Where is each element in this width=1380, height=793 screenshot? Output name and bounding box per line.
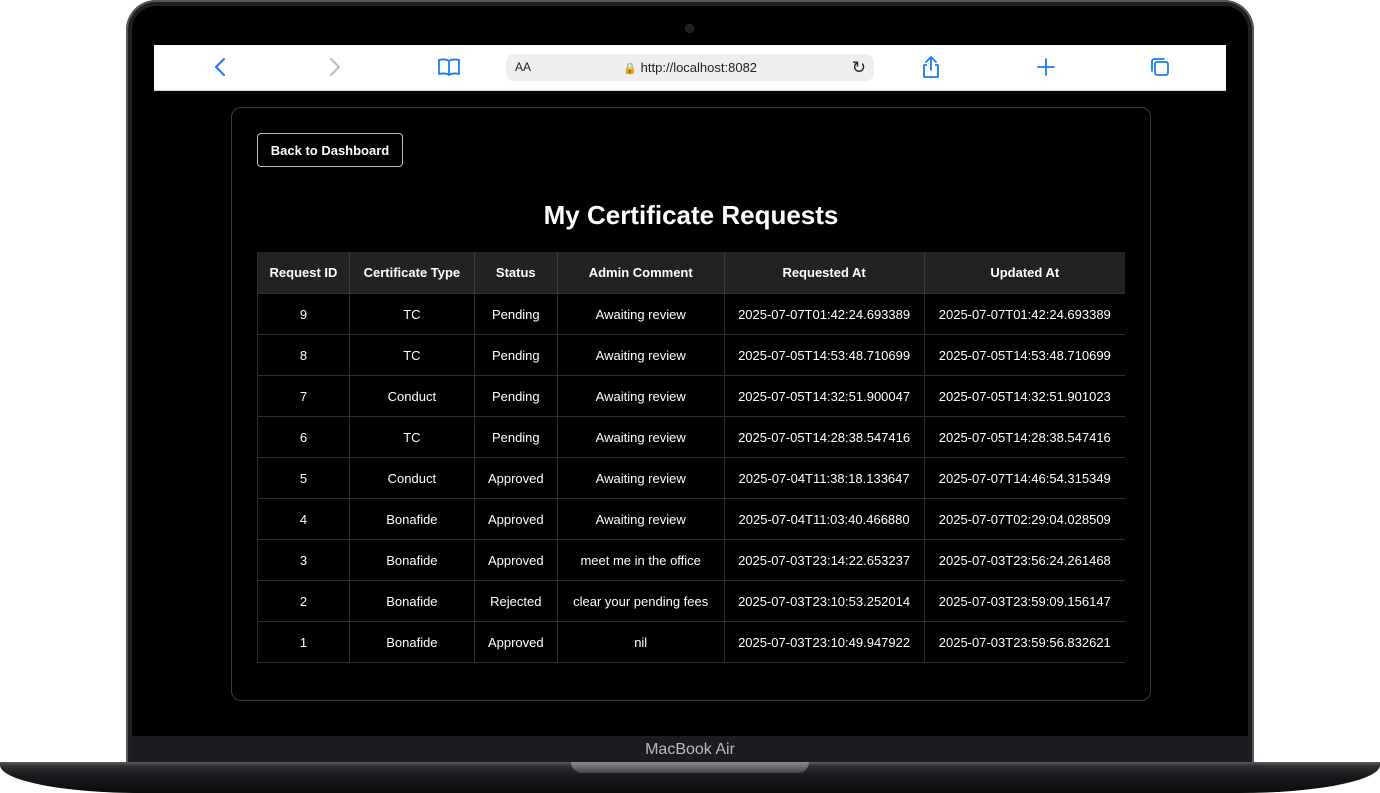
certificate-type-cell: Bonafide bbox=[349, 621, 475, 663]
updated-at-cell: 2025-07-07T14:46:54.315349 bbox=[924, 457, 1125, 499]
table-row: 1 Bonafide Approved nil 2025-07-03T23:10:49.… bbox=[257, 621, 1125, 663]
status-cell: Approved bbox=[474, 498, 558, 540]
requested-at-cell: 2025-07-03T23:14:22.653237 bbox=[724, 539, 925, 581]
request-id-cell: 8 bbox=[257, 334, 350, 376]
status-cell: Pending bbox=[474, 416, 558, 458]
request-id-cell: 9 bbox=[257, 293, 350, 335]
updated-at-cell: 2025-07-05T14:53:48.710699 bbox=[924, 334, 1125, 376]
device-label: MacBook Air bbox=[132, 736, 1248, 764]
updated-at-cell: 2025-07-03T23:59:09.156147 bbox=[924, 580, 1125, 622]
page-title: My Certificate Requests bbox=[543, 200, 839, 230]
status-cell: Pending bbox=[474, 375, 558, 417]
requests-table: Request ID Certificate Type Status Admin… bbox=[257, 252, 1125, 663]
bookmarks-icon[interactable] bbox=[436, 51, 462, 83]
reload-icon[interactable]: ↻ bbox=[852, 54, 866, 81]
lock-icon: 🔒 bbox=[622, 63, 637, 75]
column-header: Request ID bbox=[257, 252, 350, 294]
admin-comment-cell: Awaiting review bbox=[557, 375, 725, 417]
requested-at-cell: 2025-07-07T01:42:24.693389 bbox=[724, 293, 925, 335]
table-row: 9 TC Pending Awaiting review 2025-07-07T01:4… bbox=[257, 293, 1125, 335]
screen: AA 🔒 http://localhost:8082 ↻ Back to Dash… bbox=[154, 45, 1226, 735]
page: Back to Dashboard My Certificate Request… bbox=[154, 91, 1226, 735]
request-id-cell: 5 bbox=[257, 457, 350, 499]
certificate-type-cell: Conduct bbox=[349, 375, 475, 417]
laptop-hinge-notch bbox=[571, 762, 809, 773]
address-bar[interactable]: AA 🔒 http://localhost:8082 ↻ bbox=[506, 54, 874, 81]
url-text: http://localhost:8082 bbox=[640, 60, 758, 75]
admin-comment-cell: Awaiting review bbox=[557, 334, 725, 376]
admin-comment-cell: nil bbox=[557, 621, 725, 663]
admin-comment-cell: Awaiting review bbox=[557, 416, 725, 458]
camera-icon bbox=[686, 25, 693, 32]
status-cell: Approved bbox=[474, 539, 558, 581]
status-cell: Approved bbox=[474, 457, 558, 499]
status-cell: Pending bbox=[474, 293, 558, 335]
request-id-cell: 4 bbox=[257, 498, 350, 540]
request-id-cell: 1 bbox=[257, 621, 350, 663]
table-row: 2 Bonafide Rejected clear your pending fees… bbox=[257, 580, 1125, 622]
certificate-type-cell: Bonafide bbox=[349, 498, 475, 540]
admin-comment-cell: clear your pending fees bbox=[557, 580, 725, 622]
updated-at-cell: 2025-07-07T02:29:04.028509 bbox=[924, 498, 1125, 540]
request-id-cell: 7 bbox=[257, 375, 350, 417]
requested-at-cell: 2025-07-03T23:10:49.947922 bbox=[724, 621, 925, 663]
forward-chevron-icon[interactable] bbox=[325, 51, 345, 83]
requested-at-cell: 2025-07-04T11:03:40.466880 bbox=[724, 498, 925, 540]
table-row: 4 Bonafide Approved Awaiting review 2025-07-… bbox=[257, 498, 1125, 540]
column-header: Admin Comment bbox=[557, 252, 725, 294]
certificate-type-cell: TC bbox=[349, 416, 475, 458]
table-row: 6 TC Pending Awaiting review 2025-07-05T14:2… bbox=[257, 416, 1125, 458]
updated-at-cell: 2025-07-05T14:28:38.547416 bbox=[924, 416, 1125, 458]
tabs-overview-icon[interactable] bbox=[1148, 51, 1172, 83]
updated-at-cell: 2025-07-05T14:32:51.901023 bbox=[924, 375, 1125, 417]
table-row: 8 TC Pending Awaiting review 2025-07-05T14:5… bbox=[257, 334, 1125, 376]
updated-at-cell: 2025-07-07T01:42:24.693389 bbox=[924, 293, 1125, 335]
back-to-dashboard-button[interactable]: Back to Dashboard bbox=[257, 133, 403, 167]
table-row: 7 Conduct Pending Awaiting review 2025-07-05… bbox=[257, 375, 1125, 417]
requested-at-cell: 2025-07-05T14:28:38.547416 bbox=[724, 416, 925, 458]
new-tab-icon[interactable] bbox=[1034, 51, 1058, 83]
admin-comment-cell: meet me in the office bbox=[557, 539, 725, 581]
table-row: 5 Conduct Approved Awaiting review 2025-07-0… bbox=[257, 457, 1125, 499]
browser-toolbar: AA 🔒 http://localhost:8082 ↻ bbox=[154, 45, 1226, 91]
column-header: Requested At bbox=[724, 252, 925, 294]
updated-at-cell: 2025-07-03T23:59:56.832621 bbox=[924, 621, 1125, 663]
certificate-type-cell: Bonafide bbox=[349, 580, 475, 622]
column-header: Certificate Type bbox=[349, 252, 475, 294]
certificate-type-cell: Conduct bbox=[349, 457, 475, 499]
status-cell: Pending bbox=[474, 334, 558, 376]
status-cell: Rejected bbox=[474, 580, 558, 622]
requested-at-cell: 2025-07-03T23:10:53.252014 bbox=[724, 580, 925, 622]
request-id-cell: 6 bbox=[257, 416, 350, 458]
requests-card: Back to Dashboard My Certificate Request… bbox=[231, 107, 1151, 701]
certificate-type-cell: TC bbox=[349, 293, 475, 335]
status-cell: Approved bbox=[474, 621, 558, 663]
column-header: Status bbox=[474, 252, 558, 294]
back-chevron-icon[interactable] bbox=[210, 51, 230, 83]
certificate-type-cell: TC bbox=[349, 334, 475, 376]
updated-at-cell: 2025-07-03T23:56:24.261468 bbox=[924, 539, 1125, 581]
admin-comment-cell: Awaiting review bbox=[557, 457, 725, 499]
admin-comment-cell: Awaiting review bbox=[557, 293, 725, 335]
column-header: Updated At bbox=[924, 252, 1125, 294]
table-header-row: Request ID Certificate Type Status Admin… bbox=[257, 252, 1125, 294]
request-id-cell: 2 bbox=[257, 580, 350, 622]
table-body: 9 TC Pending Awaiting review 2025-07-07T01:4… bbox=[257, 293, 1125, 663]
request-id-cell: 3 bbox=[257, 539, 350, 581]
requested-at-cell: 2025-07-05T14:32:51.900047 bbox=[724, 375, 925, 417]
requested-at-cell: 2025-07-04T11:38:18.133647 bbox=[724, 457, 925, 499]
admin-comment-cell: Awaiting review bbox=[557, 498, 725, 540]
table-row: 3 Bonafide Approved meet me in the office 20… bbox=[257, 539, 1125, 581]
requested-at-cell: 2025-07-05T14:53:48.710699 bbox=[724, 334, 925, 376]
certificate-type-cell: Bonafide bbox=[349, 539, 475, 581]
share-icon[interactable] bbox=[919, 51, 943, 83]
